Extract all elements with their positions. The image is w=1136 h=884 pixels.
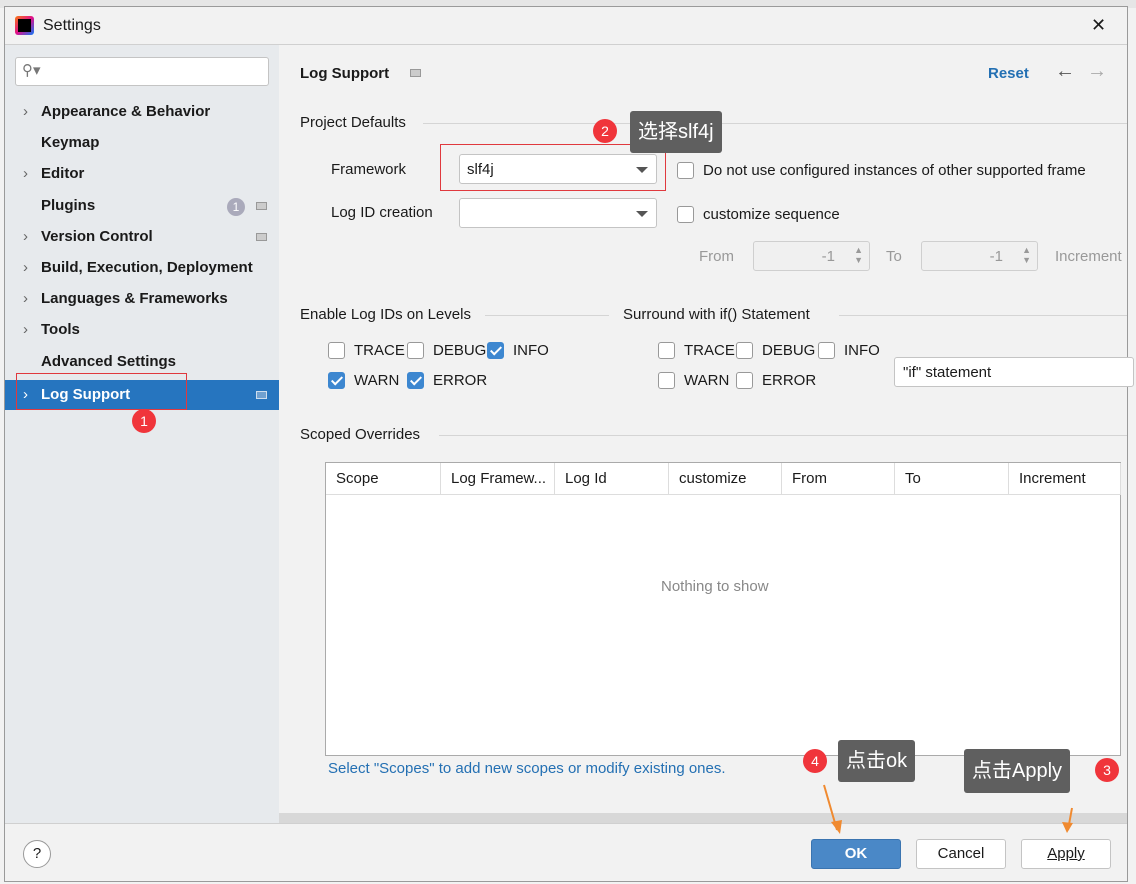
arrow-head-apply — [1062, 822, 1073, 833]
arrow-head-ok — [831, 820, 842, 834]
annotation-arrows — [823, 784, 1073, 834]
